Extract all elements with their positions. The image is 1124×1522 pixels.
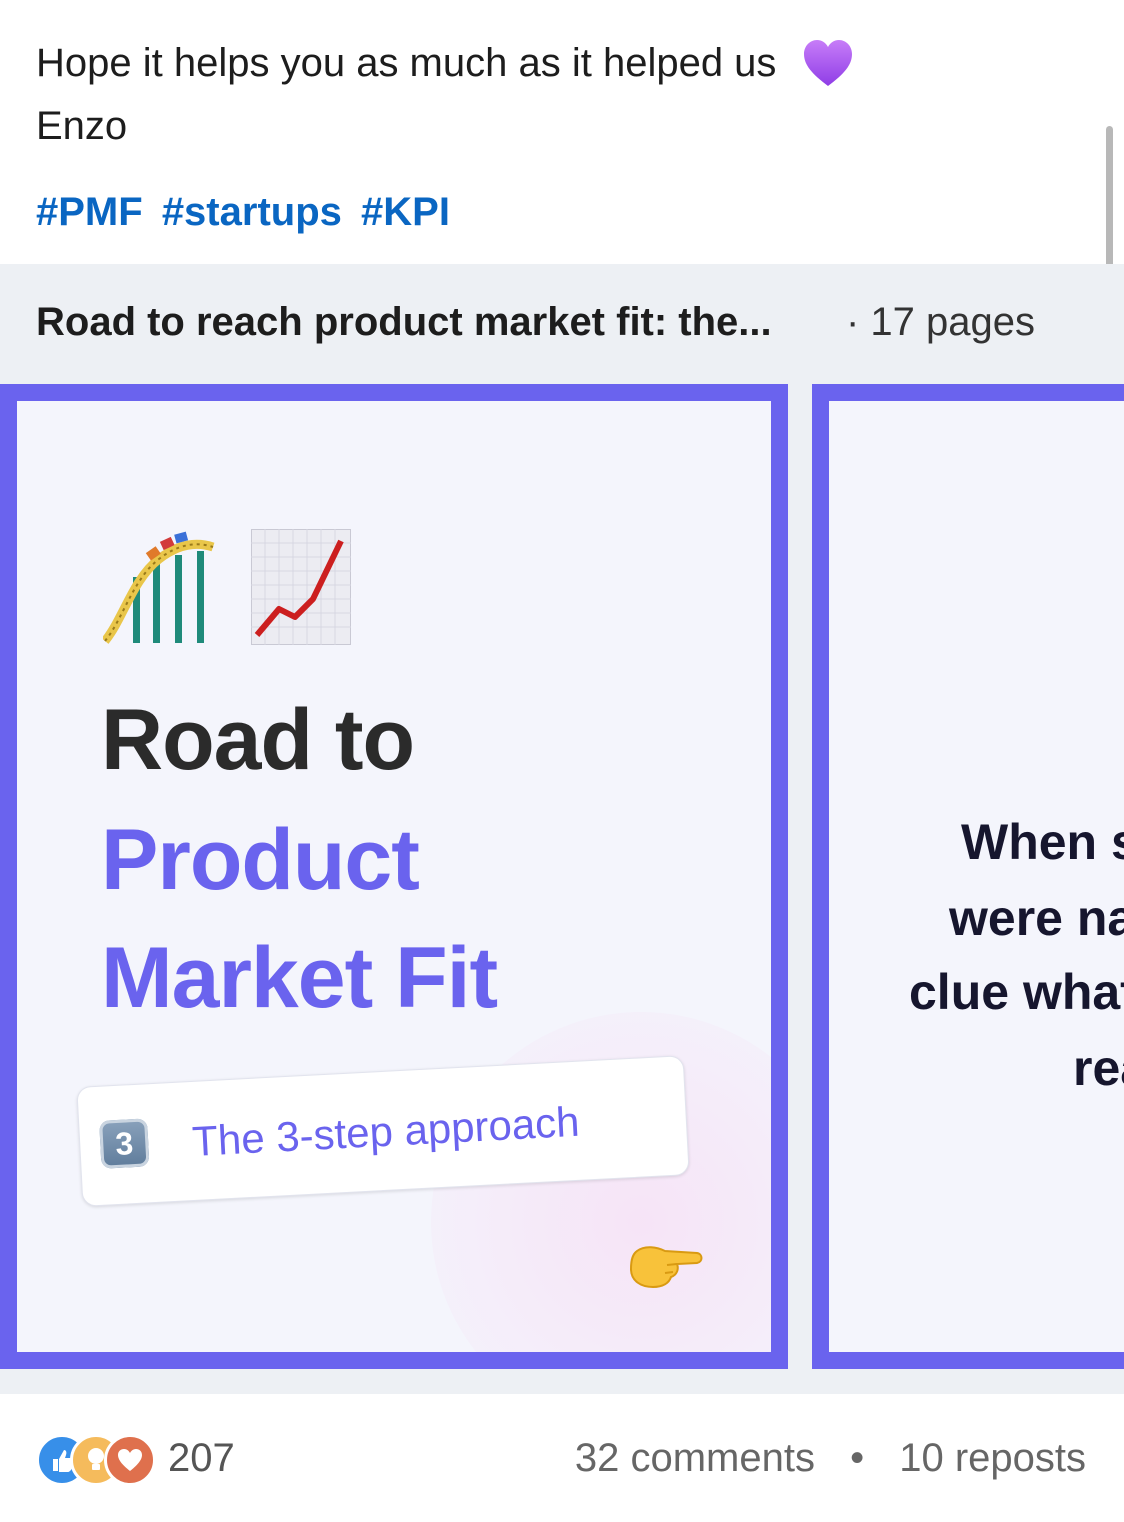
document-title[interactable]: Road to reach product market fit: the... [36,300,772,345]
slide-title-line-2: Product [101,812,420,908]
slide-2-line-2: were na [949,890,1124,946]
post-line-1-text: Hope it helps you as much as it helped u… [36,41,777,85]
slide-2-line-3: clue what [909,964,1124,1020]
roller-coaster-icon [101,529,215,650]
reposts-count[interactable]: 10 reposts [899,1436,1086,1480]
hashtags: #PMF #startups #KPI [36,190,458,235]
post-author-signoff: Enzo [36,104,128,148]
hashtag-pmf[interactable]: #PMF [36,190,143,234]
slide-2[interactable]: When s were na clue what rea [812,384,1124,1369]
hashtag-kpi[interactable]: #KPI [361,190,450,234]
approach-label: The 3-step approach [191,1097,581,1165]
separator-dot: • [850,1436,865,1480]
slide-2-line-1: When s [961,814,1124,870]
comments-count[interactable]: 32 comments [575,1436,815,1480]
document-carousel[interactable]: Road to Product Market Fit 3 The 3-step … [0,384,1124,1394]
pointing-right-icon [627,1241,703,1294]
love-reaction-icon [104,1434,156,1486]
slide-title-line-3: Market Fit [101,930,498,1026]
post-text: Hope it helps you as much as it helped u… [36,38,1076,152]
document-header[interactable]: Road to reach product market fit: the...… [0,264,1124,384]
slide-title-line-1: Road to [101,692,415,788]
chart-increasing-icon [250,528,352,650]
document-page-count: · 17 pages [846,300,1036,344]
social-counts: 32 comments • 10 reposts [575,1436,1086,1481]
slide-2-line-4: rea [1073,1040,1124,1096]
slide-1[interactable]: Road to Product Market Fit 3 The 3-step … [0,384,788,1369]
hashtag-startups[interactable]: #startups [162,190,342,234]
keycap-3-icon: 3 [99,1118,150,1169]
reactions-count[interactable]: 207 [168,1436,235,1481]
post-line-1: Hope it helps you as much as it helped u… [36,38,1076,101]
purple-heart-icon [802,38,854,101]
